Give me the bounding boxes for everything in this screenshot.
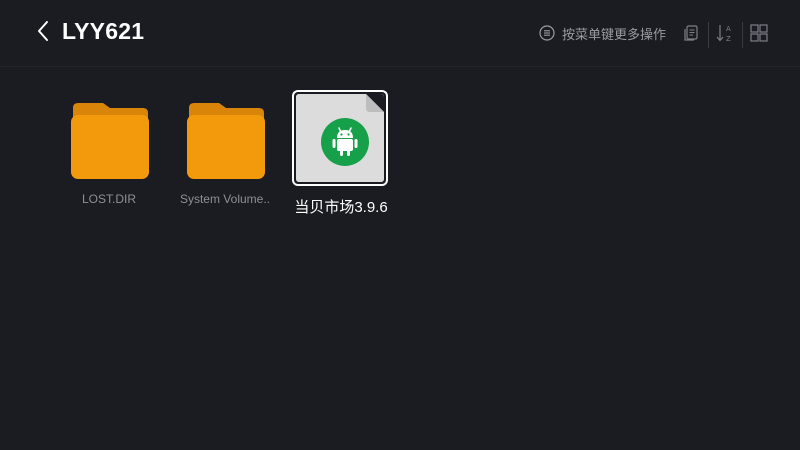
file-name: 当贝市场3.9.6 [294, 199, 388, 216]
file-name: LOST.DIR [81, 192, 136, 206]
file-browser-page: LYY621 按菜单键更多操作 A Z LOST.DIR System Volu… [0, 0, 800, 450]
android-icon [321, 118, 369, 166]
toolbar-divider [708, 22, 709, 48]
sort-button[interactable]: A Z [713, 20, 739, 46]
folder-icon [175, 88, 275, 188]
folder-item-system-volume[interactable]: System Volume.. [173, 88, 277, 218]
view-toggle-button[interactable] [746, 20, 772, 46]
file-name: System Volume.. [179, 192, 271, 206]
toolbar-divider [742, 22, 743, 48]
chevron-left-icon [36, 20, 50, 42]
header-bar: LYY621 按菜单键更多操作 A Z [0, 0, 800, 67]
clipboard-icon [683, 24, 699, 42]
page-title: LYY621 [62, 18, 145, 44]
svg-text:A: A [726, 25, 731, 33]
clipboard-button[interactable] [678, 20, 704, 46]
sort-az-icon: A Z [715, 22, 737, 44]
menu-hint: 按菜单键更多操作 [539, 22, 666, 44]
back-button[interactable] [30, 16, 56, 46]
apk-item-dangbei-market[interactable]: 当贝市场3.9.6 [290, 88, 394, 218]
menu-lines-icon [539, 25, 555, 41]
folder-icon [59, 88, 159, 188]
apk-file-thumbnail [296, 94, 384, 182]
grid-view-icon [750, 24, 768, 42]
folder-item-lost-dir[interactable]: LOST.DIR [57, 88, 161, 218]
svg-text:Z: Z [726, 35, 731, 43]
menu-hint-text: 按菜单键更多操作 [562, 26, 667, 42]
